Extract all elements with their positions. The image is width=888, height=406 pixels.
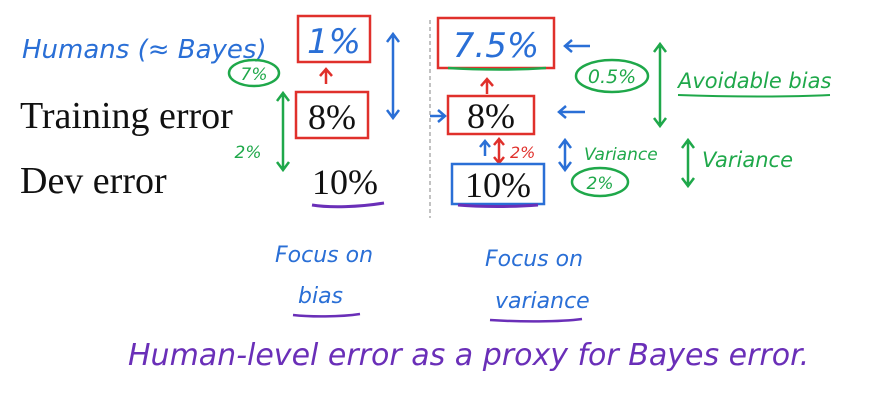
left-dev-value: 10% — [312, 162, 378, 202]
right-humans-value: 7.5% — [453, 26, 539, 66]
left-gap-bottom: 2% — [235, 143, 262, 163]
right-dev-underline — [457, 203, 539, 208]
focus-right-underline — [489, 317, 583, 323]
left-dev-underline — [311, 201, 385, 209]
focus-right-line1: Focus on — [485, 247, 583, 272]
variance-small-label: Variance — [584, 145, 658, 165]
right-gap-top: 0.5% — [588, 66, 636, 88]
right-gap-red-bracket — [493, 137, 505, 165]
left-gap-bracket — [276, 90, 290, 173]
left-gap-arrow-blue — [386, 31, 400, 121]
avoidable-bias-label: Avoidable bias — [676, 69, 831, 93]
focus-right-line2: variance — [495, 289, 590, 314]
focus-left-line2: bias — [298, 284, 343, 309]
focus-left-line1: Focus on — [275, 243, 373, 268]
dev-error-label: Dev error — [20, 160, 167, 202]
humans-label: Humans (≈ Bayes) — [22, 35, 267, 65]
avoidable-bias-underline — [677, 94, 831, 98]
right-up-arrow — [480, 77, 494, 94]
left-humans-value: 1% — [307, 22, 361, 62]
slide-canvas: Humans (≈ Bayes) Training error Dev erro… — [20, 14, 831, 373]
right-gap-bottom: 2% — [587, 174, 614, 194]
right-training-value: 8% — [467, 96, 515, 136]
variance-large-label: Variance — [702, 148, 793, 172]
right-gap-blue-arrow — [479, 139, 491, 156]
variance-large-arrow — [681, 137, 695, 189]
right-variance-blue-arrow — [558, 137, 572, 173]
right-dev-value: 10% — [465, 165, 531, 205]
right-gap-bottom-inner: 2% — [510, 143, 535, 162]
focus-left-underline — [292, 312, 361, 318]
left-gap-top: 7% — [241, 65, 268, 85]
avoidable-bias-arrow — [653, 41, 667, 129]
footer-note: Human-level error as a proxy for Bayes e… — [128, 338, 809, 373]
right-training-in-arrow — [430, 109, 447, 123]
left-up-arrow — [319, 67, 333, 84]
right-humans-arrow — [563, 39, 590, 53]
right-training-arrow — [557, 105, 585, 119]
training-error-label: Training error — [20, 95, 233, 137]
left-training-value: 8% — [308, 97, 356, 137]
